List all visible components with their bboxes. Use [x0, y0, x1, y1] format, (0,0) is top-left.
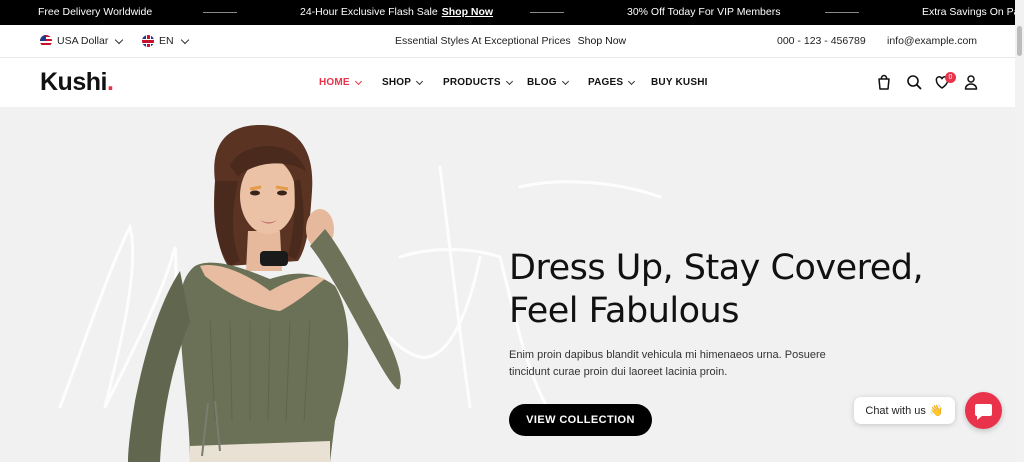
hero-headline: Dress Up, Stay Covered, Feel Fabulous	[509, 247, 924, 333]
announcement-extra-savings: Extra Savings On Party	[922, 6, 1024, 18]
chat-launcher-button[interactable]	[965, 392, 1002, 429]
nav-home[interactable]: HOME	[319, 77, 362, 88]
logo-dot: .	[106, 68, 114, 96]
user-icon[interactable]	[963, 74, 979, 90]
announcement-bar: Free Delivery Worldwide 24-Hour Exclusiv…	[0, 0, 1024, 25]
nav-buy-kushi-label: BUY KUSHI	[651, 77, 708, 88]
wishlist-count-badge: 0	[945, 72, 956, 83]
nav-shop-label: SHOP	[382, 77, 412, 88]
announcement-vip: 30% Off Today For VIP Members	[627, 6, 781, 18]
chat-label-text: Chat with us	[865, 404, 926, 417]
chevron-down-icon	[505, 77, 513, 85]
chevron-down-icon	[628, 77, 636, 85]
language-label: EN	[159, 35, 174, 47]
site-logo[interactable]: Kushi.	[40, 68, 114, 97]
promo-label: Essential Styles At Exceptional Prices	[395, 35, 571, 47]
hero-model-image	[128, 125, 401, 462]
chevron-down-icon	[561, 77, 569, 85]
chat-icon	[975, 404, 992, 420]
chevron-down-icon	[180, 35, 189, 44]
page-scrollbar[interactable]	[1015, 0, 1024, 462]
announcement-divider	[203, 12, 237, 13]
hero-subtext: Enim proin dapibus blandit vehicula mi h…	[509, 349, 826, 378]
announcement-free-delivery: Free Delivery Worldwide	[38, 6, 153, 18]
nav-products-label: PRODUCTS	[443, 77, 501, 88]
flash-sale-text: 24-Hour Exclusive Flash Sale	[300, 6, 438, 18]
email-address[interactable]: info@example.com	[887, 35, 977, 47]
search-icon[interactable]	[906, 74, 922, 90]
chat-with-us-label[interactable]: Chat with us 👋	[854, 397, 955, 424]
hero-headline-line-1: Dress Up, Stay Covered,	[509, 248, 924, 288]
currency-selector[interactable]: USA Dollar	[40, 35, 124, 47]
chevron-down-icon	[416, 77, 424, 85]
announcement-flash-sale: 24-Hour Exclusive Flash Sale Shop Now	[300, 6, 493, 18]
promo-shop-link[interactable]: Shop Now	[578, 35, 626, 47]
hero-headline-line-2: Feel Fabulous	[509, 291, 739, 331]
nav-buy-kushi[interactable]: BUY KUSHI	[651, 77, 708, 88]
chevron-down-icon	[115, 35, 124, 44]
nav-shop[interactable]: SHOP	[382, 77, 424, 88]
nav-pages-label: PAGES	[588, 77, 624, 88]
announcement-divider	[530, 12, 564, 13]
logo-text: Kushi	[40, 68, 107, 96]
nav-pages[interactable]: PAGES	[588, 77, 636, 88]
language-selector[interactable]: EN	[142, 35, 189, 47]
nav-blog-label: BLOG	[527, 77, 557, 88]
uk-flag-icon	[142, 35, 154, 47]
nav-products[interactable]: PRODUCTS	[443, 77, 513, 88]
bag-icon[interactable]	[876, 74, 892, 90]
phone-number[interactable]: 000 - 123 - 456789	[777, 35, 866, 47]
view-collection-button[interactable]: VIEW COLLECTION	[509, 404, 652, 436]
chevron-down-icon	[354, 77, 362, 85]
scrollbar-thumb[interactable]	[1017, 26, 1022, 56]
wave-emoji-icon: 👋	[929, 405, 944, 417]
promo-text: Essential Styles At Exceptional Prices S…	[395, 35, 626, 47]
flash-sale-shop-link[interactable]: Shop Now	[442, 6, 493, 18]
nav-home-label: HOME	[319, 77, 350, 88]
main-header: Kushi. HOME SHOP PRODUCTS BLOG PAGES BUY…	[0, 58, 1024, 107]
info-row: USA Dollar EN Essential Styles At Except…	[0, 25, 1024, 58]
announcement-divider	[825, 12, 859, 13]
nav-blog[interactable]: BLOG	[527, 77, 569, 88]
currency-label: USA Dollar	[57, 35, 109, 47]
us-flag-icon	[40, 35, 52, 47]
